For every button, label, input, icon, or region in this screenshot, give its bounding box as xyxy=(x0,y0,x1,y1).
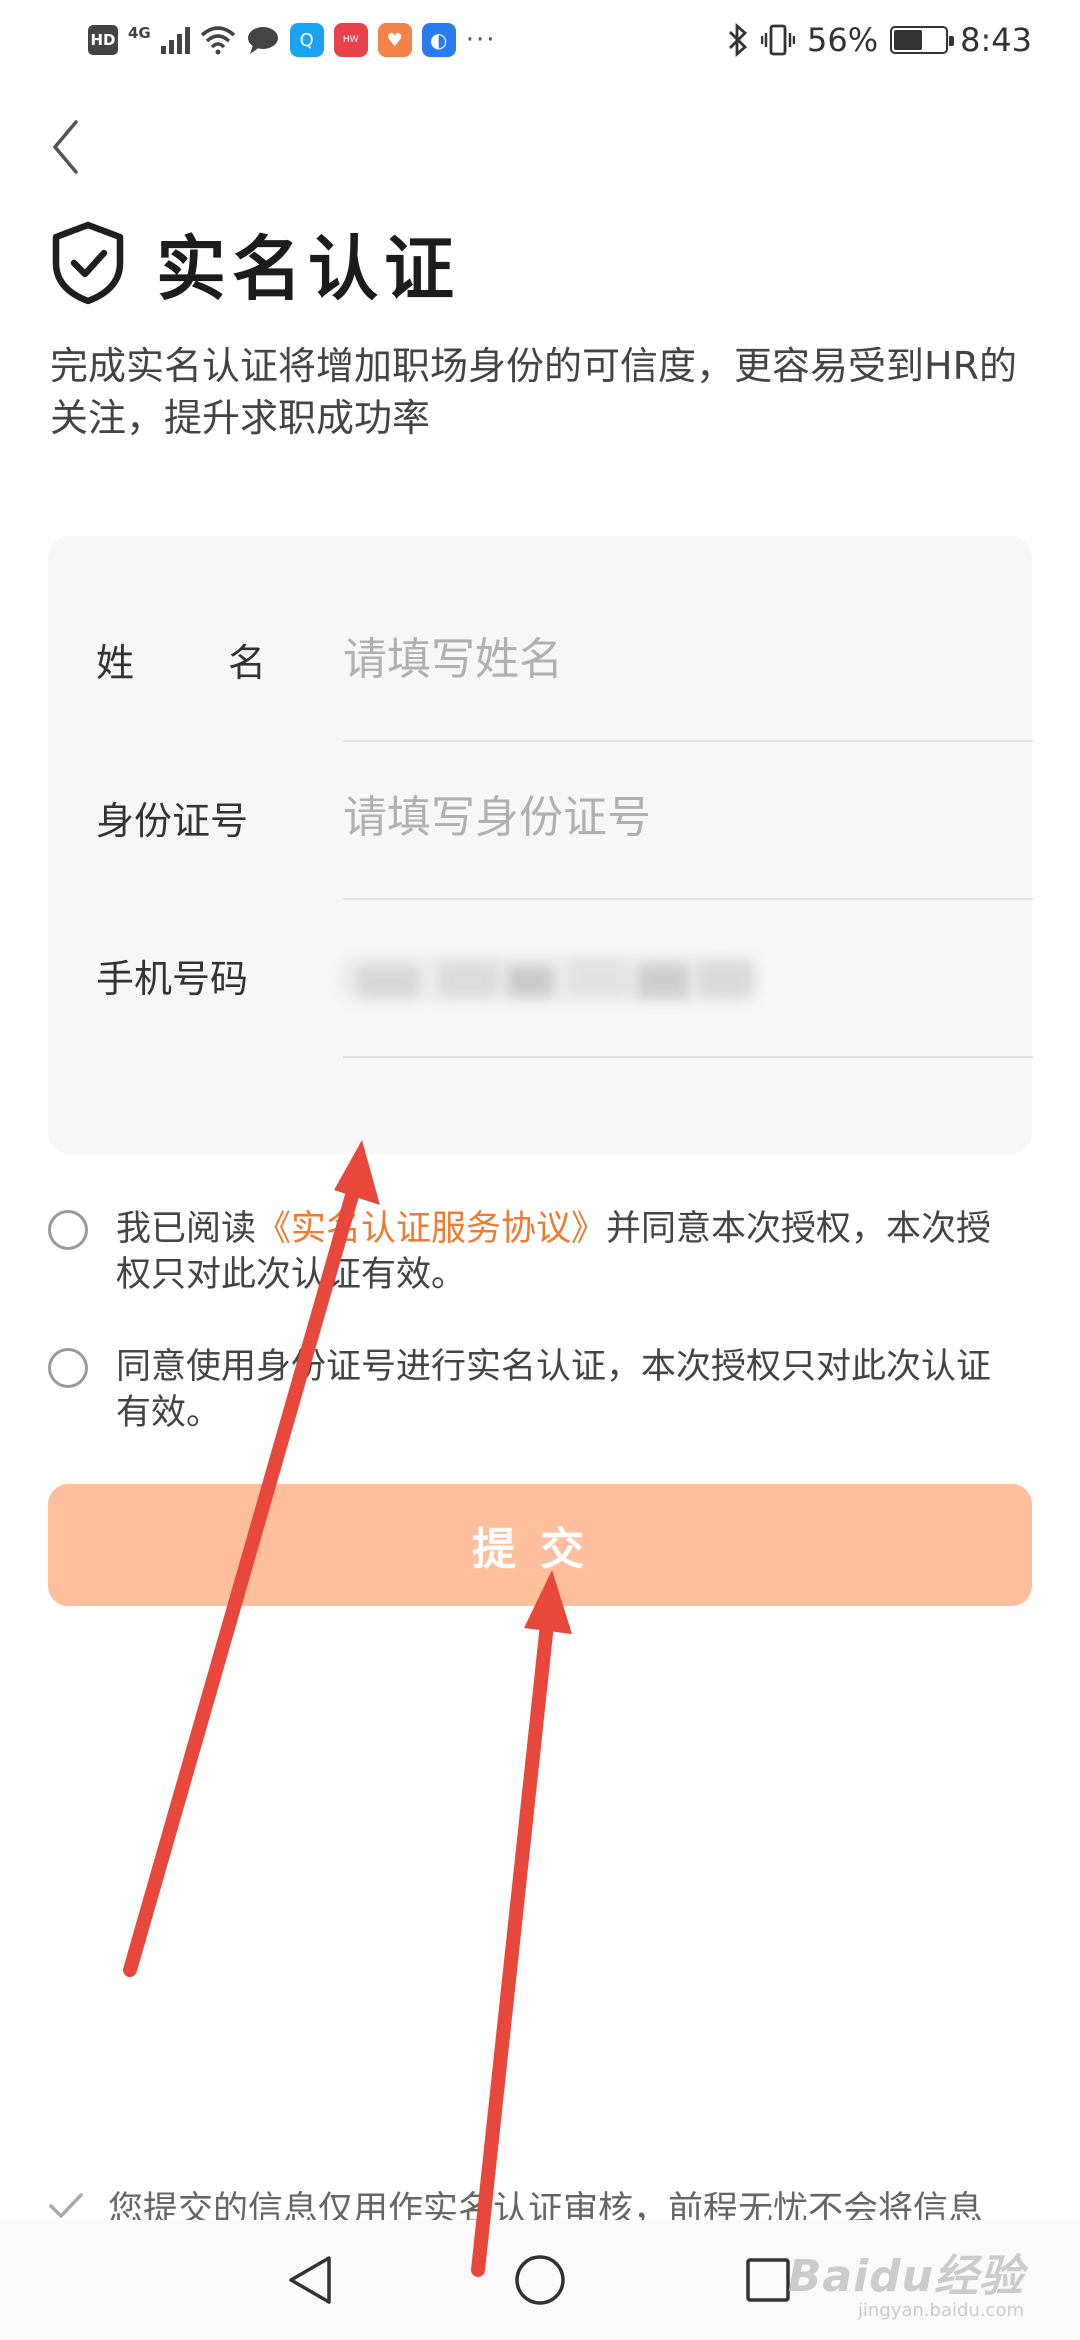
health-app-icon: ♥ xyxy=(377,23,412,57)
agreement-id-text: 同意使用身份证号进行实名认证，本次授权只对此次认证有效。 xyxy=(116,1347,992,1433)
id-number-input[interactable] xyxy=(343,754,1033,880)
name-label-char: 姓 xyxy=(96,640,135,685)
divider xyxy=(343,898,1033,900)
submit-button[interactable]: 提交 xyxy=(48,1484,1032,1606)
vibrate-icon xyxy=(761,24,796,56)
watermark-url: jingyan.baidu.com xyxy=(857,2300,1024,2321)
baidu-watermark: Baidu经验 jingyan.baidu.com xyxy=(784,2240,1024,2321)
divider xyxy=(343,1056,1033,1058)
wifi-icon xyxy=(200,26,235,55)
back-button[interactable] xyxy=(40,112,90,182)
circle-home-icon xyxy=(515,2255,565,2305)
form-card: 姓 名 身份证号 手机号码 xyxy=(48,536,1033,1154)
status-bar-left: HD 4G Q HW ♥ ◐ ··· xyxy=(88,20,497,60)
page-title: 实名认证 xyxy=(156,227,460,310)
check-icon xyxy=(49,2193,83,2218)
battery-percent: 56% xyxy=(807,21,879,59)
agree-protocol-radio[interactable] xyxy=(48,1210,88,1250)
clock: 8:43 xyxy=(960,21,1032,59)
annotation-arrow-submit xyxy=(471,1570,572,2277)
triangle-back-icon xyxy=(289,2256,331,2304)
name-input[interactable] xyxy=(343,596,1033,722)
battery-icon xyxy=(890,26,955,54)
search-app-icon: Q xyxy=(289,23,324,57)
agreement-text: 我已阅读《实名认证服务协议》并同意本次授权，本次授权只对此次认证有效。 xyxy=(116,1206,1016,1298)
title-row: 实名认证 xyxy=(50,218,460,310)
agreement-row-id: 同意使用身份证号进行实名认证，本次授权只对此次认证有效。 xyxy=(48,1344,1038,1436)
battery-fill xyxy=(894,30,923,50)
chevron-left-icon xyxy=(52,120,78,174)
network-type: 4G xyxy=(128,24,151,42)
more-notifications-icon: ··· xyxy=(465,25,497,55)
phone-value-blurred[interactable] xyxy=(338,942,778,1022)
bluetooth-icon xyxy=(729,23,748,57)
message-icon xyxy=(247,27,278,54)
nav-back-button[interactable] xyxy=(270,2240,350,2320)
watermark-logo: Baidu经验 xyxy=(787,2251,1024,2302)
tips-app-icon: ◐ xyxy=(421,23,456,57)
name-label-char: 名 xyxy=(227,640,266,685)
agreement-prefix: 我已阅读 xyxy=(116,1209,257,1249)
divider xyxy=(343,740,1033,742)
phone-row: 手机号码 xyxy=(48,912,1032,1070)
hd-badge: HD xyxy=(88,25,118,55)
name-row: 姓 名 xyxy=(48,596,1033,754)
agreement-row-protocol: 我已阅读《实名认证服务协议》并同意本次授权，本次授权只对此次认证有效。 xyxy=(48,1206,1038,1298)
status-bar: HD 4G Q HW ♥ ◐ ··· 56% 8:43 xyxy=(0,0,1080,80)
shield-check-icon xyxy=(52,221,124,305)
id-label: 身份证号 xyxy=(96,798,249,843)
nav-home-button[interactable] xyxy=(500,2240,580,2320)
phone-label: 手机号码 xyxy=(96,956,249,1001)
page-description: 完成实名认证将增加职场身份的可信度，更容易受到HR的关注，提升求职成功率 xyxy=(50,344,1017,440)
huawei-app-icon: HW xyxy=(333,23,368,57)
signal-icon xyxy=(160,26,190,54)
status-bar-right: 56% 8:43 xyxy=(727,20,1032,60)
service-agreement-link[interactable]: 《实名认证服务协议》 xyxy=(256,1209,606,1249)
name-label: 姓 名 xyxy=(96,596,266,722)
id-row: 身份证号 xyxy=(48,754,1033,912)
agree-id-radio[interactable] xyxy=(48,1348,88,1388)
